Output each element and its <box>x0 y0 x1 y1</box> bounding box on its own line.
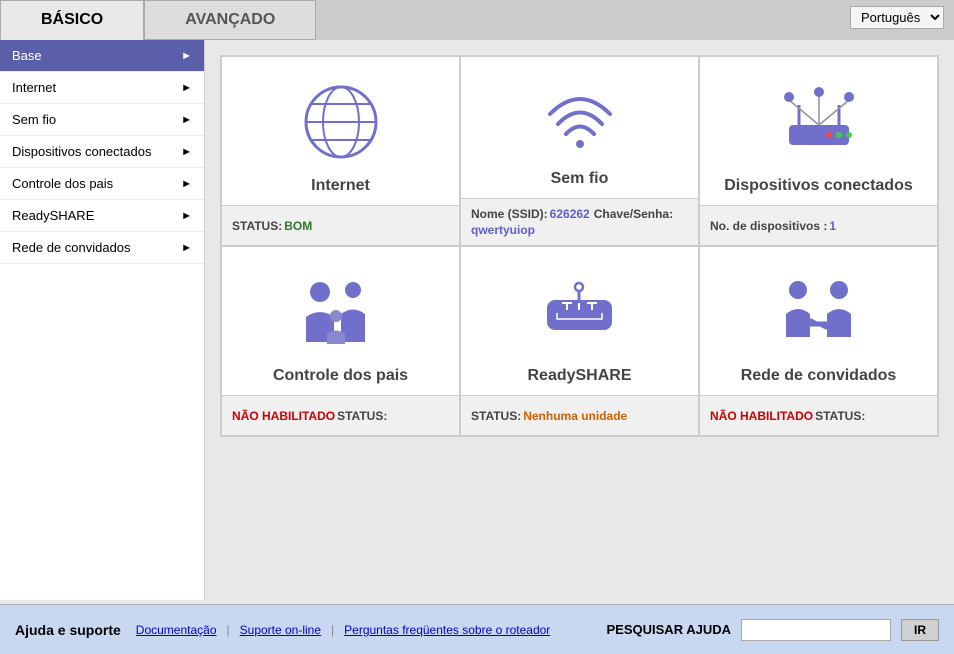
footer-link-faq[interactable]: Perguntas freqüentes sobre o roteador <box>344 623 550 637</box>
sidebar-item-controle[interactable]: Controle dos pais ► <box>0 168 204 200</box>
router-icon <box>774 85 864 160</box>
card-internet-icon-area <box>291 57 391 177</box>
card-rede-status: NÃO HABILITADO STATUS: <box>700 395 937 435</box>
card-readyshare-status: STATUS: Nenhuma unidade <box>461 395 698 435</box>
tab-advanced[interactable]: AVANÇADO <box>144 0 316 40</box>
cards-grid: Internet STATUS: BOM Sem fio <box>220 55 939 437</box>
dispositivos-count-value: 1 <box>829 219 836 233</box>
card-dispositivos-icon-area <box>764 57 874 177</box>
card-controle-icon-area <box>288 247 393 367</box>
card-controle-title: Controle dos pais <box>273 367 408 395</box>
card-internet[interactable]: Internet STATUS: BOM <box>221 56 460 246</box>
sidebar-item-base[interactable]: Base ► <box>0 40 204 72</box>
sidebar-label-controle: Controle dos pais <box>12 176 113 191</box>
main-layout: Base ► Internet ► Sem fio ► Dispositivos… <box>0 40 954 600</box>
dispositivos-count-label: No. de dispositivos : <box>710 219 827 233</box>
parental-icon <box>298 272 383 352</box>
semfio-pass-label: Chave/Senha: <box>594 207 673 221</box>
wifi-icon <box>540 79 620 159</box>
sidebar-item-dispositivos[interactable]: Dispositivos conectados ► <box>0 136 204 168</box>
sidebar-label-internet: Internet <box>12 80 56 95</box>
sidebar-item-rede[interactable]: Rede de convidados ► <box>0 232 204 264</box>
sidebar-arrow-internet: ► <box>181 82 192 94</box>
card-internet-status: STATUS: BOM <box>222 205 459 245</box>
card-dispositivos-status: No. de dispositivos : 1 <box>700 205 937 245</box>
search-input[interactable] <box>741 619 891 641</box>
sidebar-arrow-controle: ► <box>181 178 192 190</box>
card-readyshare[interactable]: ReadySHARE STATUS: Nenhuma unidade <box>460 246 699 436</box>
card-rede[interactable]: Rede de convidados NÃO HABILITADO STATUS… <box>699 246 938 436</box>
internet-status-label: STATUS: <box>232 219 282 233</box>
sidebar-item-semfio[interactable]: Sem fio ► <box>0 104 204 136</box>
card-rede-icon-area <box>766 247 871 367</box>
sidebar-arrow-dispositivos: ► <box>181 146 192 158</box>
help-title: Ajuda e suporte <box>15 622 121 638</box>
card-controle-status: NÃO HABILITADO STATUS: <box>222 395 459 435</box>
card-dispositivos[interactable]: Dispositivos conectados No. de dispositi… <box>699 56 938 246</box>
semfio-ssid-label: Nome (SSID): <box>471 207 548 221</box>
footer-link-support[interactable]: Suporte on-line <box>240 623 321 637</box>
search-button[interactable]: IR <box>901 619 939 641</box>
content-area: Internet STATUS: BOM Sem fio <box>205 40 954 600</box>
sidebar: Base ► Internet ► Sem fio ► Dispositivos… <box>0 40 205 600</box>
semfio-pass-value: qwertyuiop <box>471 223 535 237</box>
card-dispositivos-title: Dispositivos conectados <box>724 177 913 205</box>
usb-icon <box>537 275 622 350</box>
readyshare-status-value: Nenhuma unidade <box>523 409 627 423</box>
semfio-ssid-value: 626262 <box>550 207 590 221</box>
footer-sep-1: | <box>227 623 230 637</box>
top-tabs: BÁSICO AVANÇADO Português English Españo… <box>0 0 954 40</box>
card-internet-title: Internet <box>311 177 370 205</box>
sidebar-arrow-semfio: ► <box>181 114 192 126</box>
card-semfio[interactable]: Sem fio Nome (SSID): 626262 Chave/Senha:… <box>460 56 699 246</box>
tab-basic[interactable]: BÁSICO <box>0 0 144 40</box>
sidebar-arrow-base: ► <box>181 50 192 62</box>
sidebar-arrow-readyshare: ► <box>181 210 192 222</box>
sidebar-label-semfio: Sem fio <box>12 112 56 127</box>
card-semfio-status: Nome (SSID): 626262 Chave/Senha: qwertyu… <box>461 198 698 245</box>
controle-habilitado: NÃO HABILITADO <box>232 409 335 423</box>
language-dropdown[interactable]: Português English Español Français <box>850 6 944 29</box>
footer-link-docs[interactable]: Documentação <box>136 623 217 637</box>
card-readyshare-title: ReadySHARE <box>527 367 631 395</box>
controle-status-label: STATUS: <box>337 409 387 423</box>
language-selector[interactable]: Português English Español Français <box>850 6 944 29</box>
rede-status-label: STATUS: <box>815 409 865 423</box>
footer: Ajuda e suporte Documentação | Suporte o… <box>0 604 954 654</box>
readyshare-status-label: STATUS: <box>471 409 521 423</box>
sidebar-item-readyshare[interactable]: ReadySHARE ► <box>0 200 204 232</box>
internet-status-value: BOM <box>284 219 312 233</box>
guest-network-icon <box>776 272 861 352</box>
rede-habilitado: NÃO HABILITADO <box>710 409 813 423</box>
sidebar-item-internet[interactable]: Internet ► <box>0 72 204 104</box>
sidebar-arrow-rede: ► <box>181 242 192 254</box>
sidebar-label-rede: Rede de convidados <box>12 240 131 255</box>
card-semfio-icon-area <box>530 57 630 170</box>
sidebar-label-base: Base <box>12 48 42 63</box>
sidebar-label-readyshare: ReadySHARE <box>12 208 94 223</box>
sidebar-label-dispositivos: Dispositivos conectados <box>12 144 151 159</box>
search-label: PESQUISAR AJUDA <box>607 622 731 637</box>
footer-sep-2: | <box>331 623 334 637</box>
card-readyshare-icon-area <box>527 247 632 367</box>
card-controle[interactable]: Controle dos pais NÃO HABILITADO STATUS: <box>221 246 460 436</box>
internet-icon <box>301 82 381 162</box>
card-semfio-title: Sem fio <box>551 170 609 198</box>
card-rede-title: Rede de convidados <box>741 367 897 395</box>
